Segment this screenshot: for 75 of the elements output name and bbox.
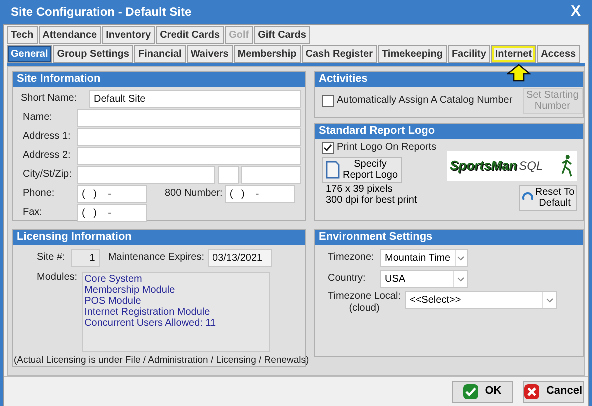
section-header: Site Information (13, 72, 305, 87)
tab[interactable]: Timekeeping (378, 45, 447, 63)
field-label: Modules: (37, 272, 78, 285)
input-field[interactable]: 03/13/2021 (208, 249, 272, 267)
field-label: Automatically Assign A Catalog Number (337, 95, 513, 107)
checkbox[interactable] (322, 95, 334, 107)
tab[interactable]: Group Settings (53, 45, 134, 63)
arrow-up-icon (507, 64, 531, 82)
checkmark-icon (463, 384, 480, 400)
tab[interactable]: Internet (491, 45, 536, 63)
tab[interactable]: Credit Cards (156, 26, 224, 44)
specify-report-logo-button[interactable]: Specify Report Logo (322, 157, 402, 183)
close-button[interactable]: X (570, 0, 581, 24)
logo-size-info: 176 x 39 pixels (326, 184, 394, 195)
input-field[interactable]: ( ) - (77, 204, 147, 222)
input-field[interactable]: ( ) - (224, 185, 295, 203)
field-label: Phone: (22, 188, 56, 200)
logo-size-info: 300 dpi for best print (326, 195, 418, 206)
dropdown[interactable]: USA (380, 270, 468, 288)
field-label: Short Name: (20, 93, 78, 105)
module-item: POS Module (84, 296, 142, 307)
section-header: Standard Report Logo (315, 124, 583, 139)
field-label: Timezone Local: (328, 291, 401, 303)
section-header: Activities (315, 72, 583, 87)
dropdown[interactable]: <<Select>> (405, 291, 557, 309)
field-label: Country: (328, 273, 367, 285)
tab[interactable]: Inventory (102, 26, 156, 44)
field-label: 800 Number: (165, 188, 223, 200)
section-header: Environment Settings (315, 230, 583, 245)
dropdown[interactable]: Mountain Time (380, 249, 468, 267)
field-label: Address 2: (22, 150, 72, 162)
input-field[interactable] (77, 109, 301, 127)
input-field[interactable]: Default Site (89, 90, 301, 108)
input-field[interactable] (77, 166, 215, 184)
section-header: Licensing Information (13, 230, 305, 245)
sportsman-logo: SportsMan SQL (447, 151, 577, 181)
tab[interactable]: General (7, 45, 52, 63)
window-title: Site Configuration - Default Site (11, 4, 192, 21)
ok-button[interactable]: OK (452, 380, 513, 402)
cancel-button[interactable]: Cancel (523, 380, 584, 402)
tab[interactable]: Tech (7, 26, 38, 44)
chevron-down-icon (453, 271, 467, 287)
tab[interactable]: Attendance (38, 26, 102, 44)
input-field[interactable]: 1 (71, 249, 100, 267)
field-label: (cloud) (349, 303, 380, 315)
tab[interactable]: Waivers (186, 45, 233, 63)
chevron-down-icon (454, 250, 467, 266)
module-item: Core System (84, 274, 144, 285)
input-field[interactable] (77, 128, 301, 146)
tab[interactable]: Gift Cards (254, 26, 310, 44)
module-item: Membership Module (84, 285, 176, 296)
field-label: City/St/Zip: (22, 169, 73, 181)
chevron-down-icon (542, 292, 556, 308)
field-label: Timezone: (328, 252, 376, 264)
input-field[interactable] (218, 166, 239, 184)
field-label: Name: (22, 112, 54, 124)
tab[interactable]: Cash Register (302, 45, 377, 63)
input-field[interactable]: ( ) - (77, 185, 147, 203)
tab[interactable]: Membership (234, 45, 301, 63)
field-label: Maintenance Expires: (108, 252, 205, 264)
reset-to-default-button[interactable]: Reset To Default (519, 185, 577, 211)
field-label: Address 1: (22, 131, 72, 143)
field-label: Fax: (22, 207, 44, 219)
module-item: Concurrent Users Allowed: 11 (84, 318, 218, 329)
tab[interactable]: Access (537, 45, 580, 63)
module-item: Internet Registration Module (84, 307, 212, 318)
input-field[interactable] (77, 147, 301, 165)
tab[interactable]: Financial (134, 45, 186, 63)
input-field[interactable] (241, 166, 301, 184)
field-label: Print Logo On Reports (337, 142, 436, 154)
tab[interactable]: Facility (448, 45, 490, 63)
field-label: Site #: (37, 252, 66, 264)
close-icon (524, 384, 540, 400)
page-icon (326, 161, 340, 179)
checkbox[interactable] (322, 142, 334, 154)
